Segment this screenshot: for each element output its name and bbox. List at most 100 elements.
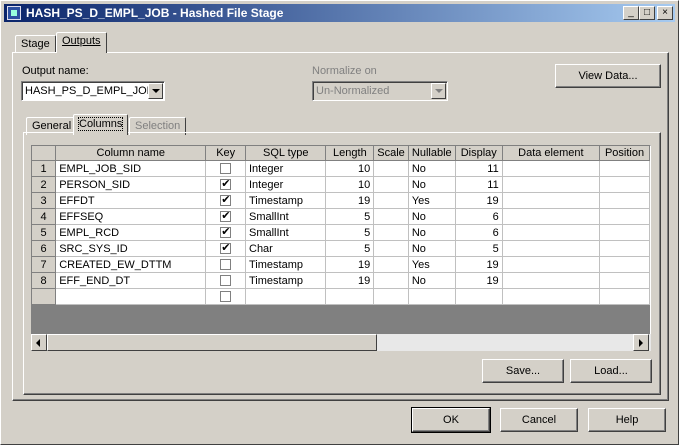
sql-type-cell[interactable]: Timestamp bbox=[245, 272, 327, 289]
position-cell[interactable] bbox=[599, 176, 650, 193]
scale-cell[interactable] bbox=[373, 192, 409, 209]
col-header-nullable[interactable]: Nullable bbox=[408, 146, 456, 161]
position-cell[interactable] bbox=[599, 240, 650, 257]
table-row[interactable]: 3EFFDTTimestamp19Yes19 bbox=[32, 192, 650, 209]
column-name-cell[interactable]: EFF_END_DT bbox=[55, 272, 207, 289]
table-row[interactable]: 6SRC_SYS_IDChar5No5 bbox=[32, 240, 650, 257]
data-element-cell[interactable] bbox=[502, 208, 601, 225]
length-cell[interactable]: 19 bbox=[325, 256, 375, 273]
table-row[interactable] bbox=[32, 288, 650, 305]
scroll-thumb[interactable] bbox=[47, 334, 377, 351]
length-cell[interactable]: 10 bbox=[325, 160, 375, 177]
save-button[interactable]: Save... bbox=[482, 359, 564, 383]
data-element-cell[interactable] bbox=[502, 160, 601, 177]
key-checkbox[interactable] bbox=[220, 163, 232, 175]
display-cell[interactable]: 19 bbox=[455, 256, 503, 273]
nullable-cell[interactable]: No bbox=[408, 208, 456, 225]
close-button[interactable]: × bbox=[657, 6, 673, 20]
nullable-cell[interactable] bbox=[408, 288, 456, 305]
display-cell[interactable]: 11 bbox=[455, 176, 503, 193]
key-checkbox-cell[interactable] bbox=[205, 272, 246, 289]
column-name-cell[interactable]: EFFSEQ bbox=[55, 208, 207, 225]
length-cell[interactable]: 19 bbox=[325, 192, 375, 209]
ok-button[interactable]: OK bbox=[411, 407, 491, 433]
length-cell[interactable]: 5 bbox=[325, 224, 375, 241]
key-checkbox-cell[interactable] bbox=[205, 256, 246, 273]
scale-cell[interactable] bbox=[373, 208, 409, 225]
key-checkbox-cell[interactable] bbox=[205, 224, 246, 241]
display-cell[interactable]: 6 bbox=[455, 208, 503, 225]
sql-type-cell[interactable]: Timestamp bbox=[245, 192, 327, 209]
position-cell[interactable] bbox=[599, 256, 650, 273]
position-cell[interactable] bbox=[599, 288, 650, 305]
display-cell[interactable]: 19 bbox=[455, 192, 503, 209]
key-checkbox-cell[interactable] bbox=[205, 288, 246, 305]
key-checkbox[interactable] bbox=[220, 193, 232, 207]
tab-stage[interactable]: Stage bbox=[15, 35, 56, 52]
length-cell[interactable]: 5 bbox=[325, 240, 375, 257]
data-element-cell[interactable] bbox=[502, 224, 601, 241]
scale-cell[interactable] bbox=[373, 240, 409, 257]
position-cell[interactable] bbox=[599, 208, 650, 225]
table-row[interactable]: 7 CREATED_EW_DTTM Timestamp 19 Yes 19 bbox=[32, 256, 650, 273]
key-checkbox[interactable] bbox=[220, 275, 232, 287]
data-element-cell[interactable] bbox=[502, 256, 601, 273]
col-header-name[interactable]: Column name bbox=[55, 146, 207, 161]
table-row[interactable]: 4EFFSEQ SmallInt5 No6 bbox=[32, 208, 650, 225]
scroll-right-button[interactable] bbox=[633, 334, 649, 351]
key-checkbox[interactable] bbox=[220, 209, 232, 223]
position-cell[interactable] bbox=[599, 272, 650, 289]
view-data-button[interactable]: View Data... bbox=[555, 64, 661, 88]
length-cell[interactable]: 5 bbox=[325, 208, 375, 225]
column-name-cell[interactable]: CREATED_EW_DTTM bbox=[55, 256, 207, 273]
position-cell[interactable] bbox=[599, 160, 650, 177]
data-element-cell[interactable] bbox=[502, 176, 601, 193]
table-row[interactable]: 1 EMPL_JOB_SID Integer 10 No 11 bbox=[32, 160, 650, 177]
nullable-cell[interactable]: No bbox=[408, 240, 456, 257]
column-name-cell[interactable]: SRC_SYS_ID bbox=[55, 240, 207, 257]
chevron-down-icon[interactable] bbox=[148, 83, 163, 99]
sql-type-cell[interactable]: SmallInt bbox=[245, 224, 327, 241]
table-row[interactable]: 8 EFF_END_DT Timestamp 19 No 19 bbox=[32, 272, 650, 289]
sql-type-cell[interactable]: Integer bbox=[245, 176, 327, 193]
key-checkbox[interactable] bbox=[220, 225, 232, 239]
maximize-button[interactable]: □ bbox=[639, 6, 655, 20]
nullable-cell[interactable]: Yes bbox=[408, 192, 456, 209]
column-name-cell[interactable]: EMPL_JOB_SID bbox=[55, 160, 207, 177]
load-button[interactable]: Load... bbox=[570, 359, 652, 383]
key-checkbox[interactable] bbox=[220, 259, 232, 271]
col-header-sql-type[interactable]: SQL type bbox=[245, 146, 327, 161]
sql-type-cell[interactable]: SmallInt bbox=[245, 208, 327, 225]
data-element-cell[interactable] bbox=[502, 272, 601, 289]
scale-cell[interactable] bbox=[373, 176, 409, 193]
display-cell[interactable] bbox=[455, 288, 503, 305]
tab-columns[interactable]: Columns bbox=[73, 114, 129, 135]
help-button[interactable]: Help bbox=[588, 408, 666, 432]
scale-cell[interactable] bbox=[373, 288, 409, 305]
minimize-button[interactable]: _ bbox=[623, 6, 639, 20]
col-header-length[interactable]: Length bbox=[325, 146, 375, 161]
key-checkbox[interactable] bbox=[220, 291, 232, 303]
scroll-left-button[interactable] bbox=[31, 334, 47, 351]
column-name-cell[interactable]: EMPL_RCD bbox=[55, 224, 207, 241]
sql-type-cell[interactable]: Integer bbox=[245, 160, 327, 177]
col-header-display[interactable]: Display bbox=[455, 146, 503, 161]
column-name-cell[interactable]: EFFDT bbox=[55, 192, 207, 209]
col-header-key[interactable]: Key bbox=[205, 146, 246, 161]
title-bar[interactable]: HASH_PS_D_EMPL_JOB - Hashed File Stage _… bbox=[4, 4, 675, 22]
key-checkbox-cell[interactable] bbox=[205, 160, 246, 177]
key-checkbox[interactable] bbox=[220, 177, 232, 191]
column-name-cell[interactable]: PERSON_SID bbox=[55, 176, 207, 193]
nullable-cell[interactable]: No bbox=[408, 272, 456, 289]
col-header-data-element[interactable]: Data element bbox=[502, 146, 601, 161]
table-row[interactable]: 5EMPL_RCDSmallInt5No6 bbox=[32, 224, 650, 241]
scale-cell[interactable] bbox=[373, 224, 409, 241]
display-cell[interactable]: 11 bbox=[455, 160, 503, 177]
sql-type-cell[interactable]: Timestamp bbox=[245, 256, 327, 273]
scale-cell[interactable] bbox=[373, 256, 409, 273]
key-checkbox-cell[interactable] bbox=[205, 240, 246, 257]
table-row[interactable]: 2PERSON_SID Integer10 No11 bbox=[32, 176, 650, 193]
sql-type-cell[interactable] bbox=[245, 288, 327, 305]
tab-outputs[interactable]: Outputs bbox=[56, 32, 107, 53]
length-cell[interactable]: 19 bbox=[325, 272, 375, 289]
